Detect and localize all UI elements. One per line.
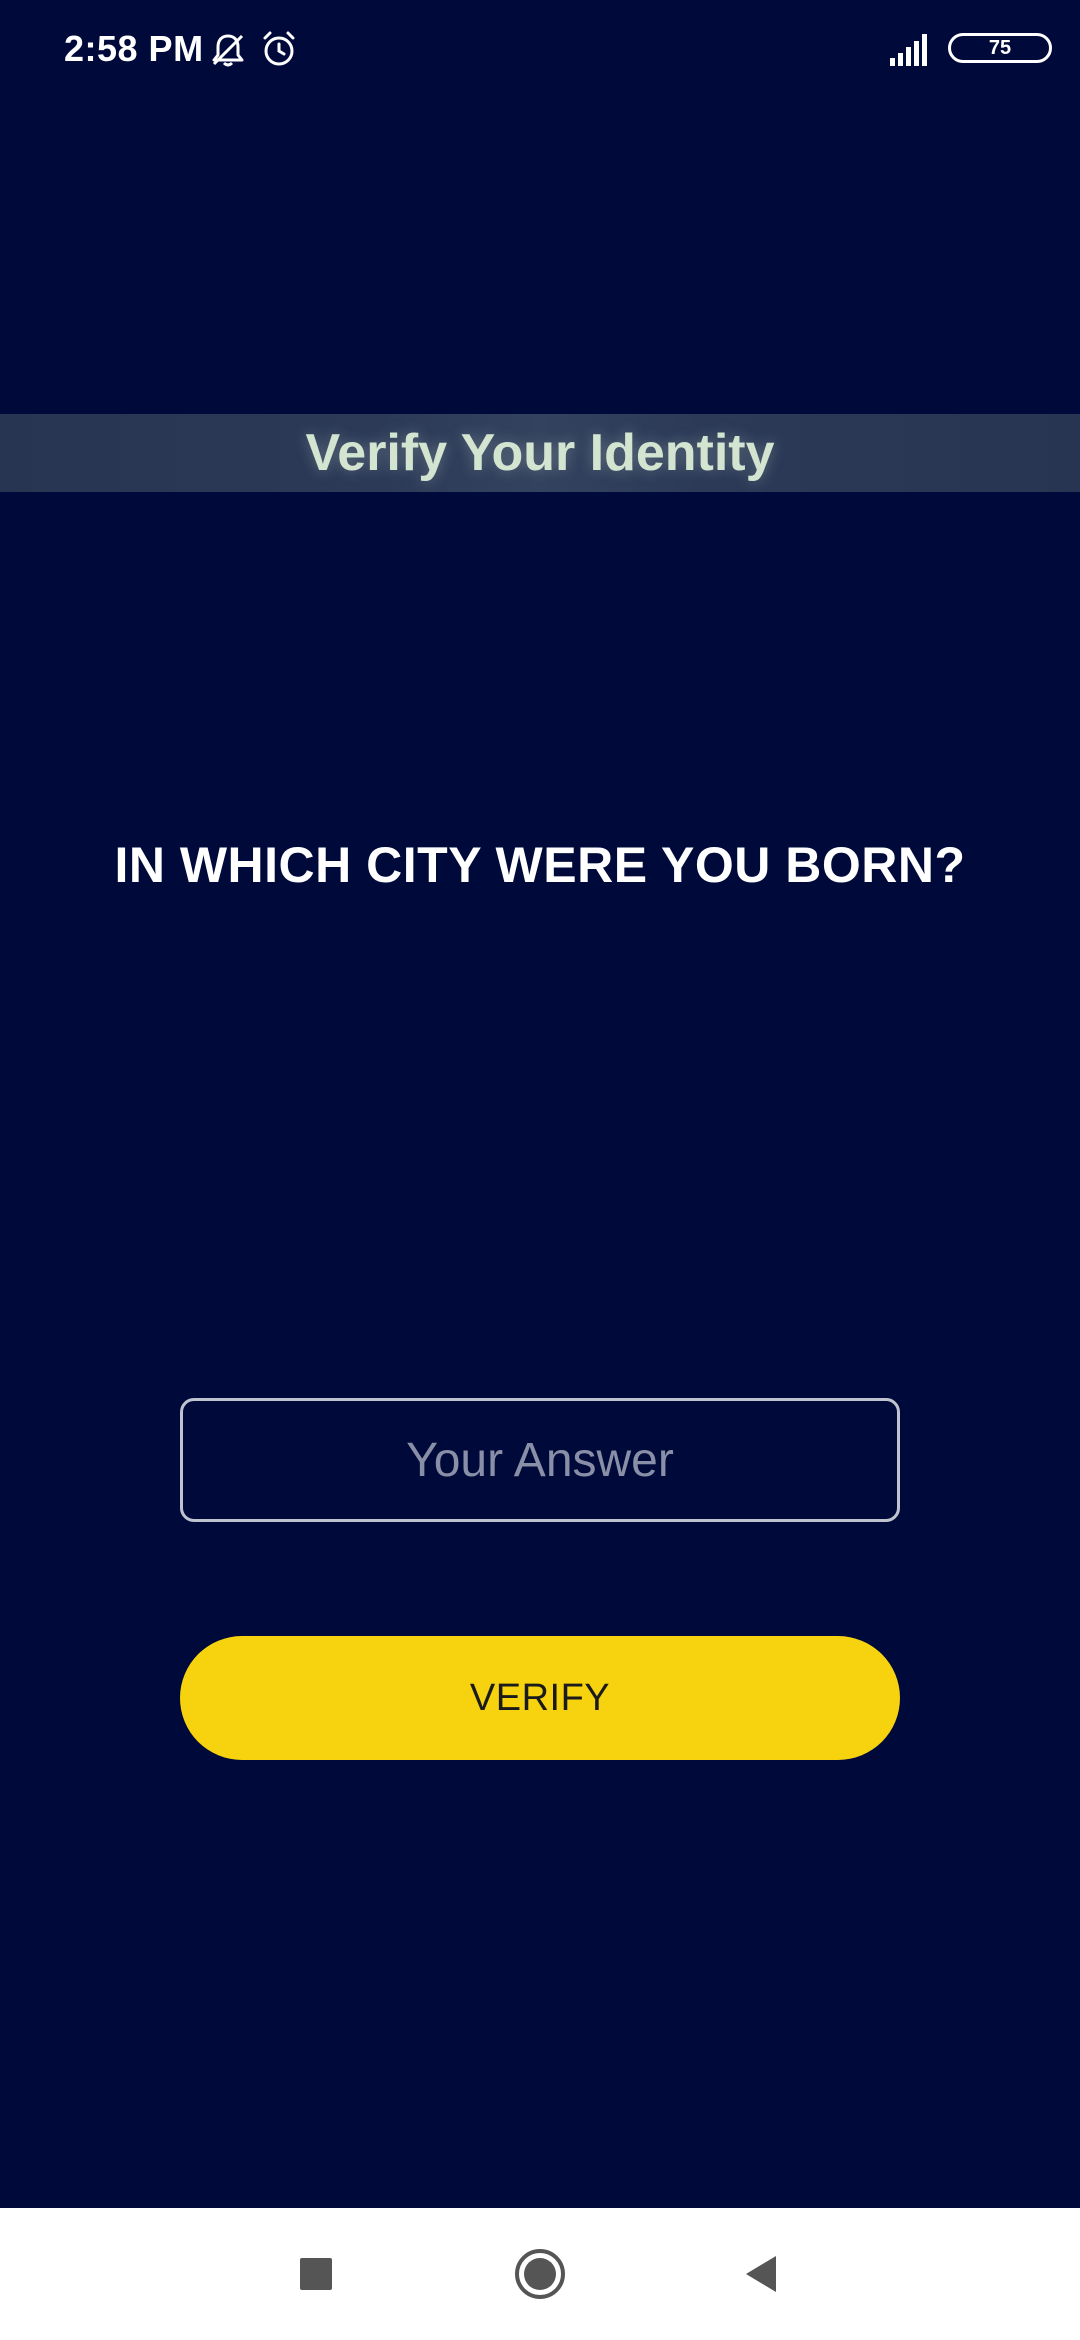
status-time: 2:58 PM — [64, 28, 204, 69]
battery-icon: 75 — [948, 33, 1052, 63]
status-bar: 2:58 PM 75 — [0, 0, 1080, 100]
signal-icon — [890, 32, 934, 71]
navigation-bar — [0, 2208, 1080, 2340]
title-banner: Verify Your Identity — [0, 414, 1080, 492]
mute-icon — [208, 30, 248, 75]
battery-level: 75 — [988, 36, 1012, 59]
page-title: Verify Your Identity — [305, 424, 775, 482]
square-icon — [300, 2258, 332, 2290]
security-question: IN WHICH CITY WERE YOU BORN? — [114, 837, 966, 893]
answer-input[interactable] — [180, 1398, 900, 1522]
recents-button[interactable] — [286, 2244, 346, 2304]
alarm-icon — [260, 30, 298, 73]
back-button[interactable] — [732, 2244, 792, 2304]
back-triangle-icon — [746, 2256, 776, 2292]
circle-icon — [515, 2249, 565, 2299]
verify-identity-screen: 2:58 PM 75 Verify Your Identity IN WHICH… — [0, 0, 1080, 2208]
verify-button[interactable]: VERIFY — [180, 1636, 900, 1760]
home-button[interactable] — [510, 2244, 570, 2304]
